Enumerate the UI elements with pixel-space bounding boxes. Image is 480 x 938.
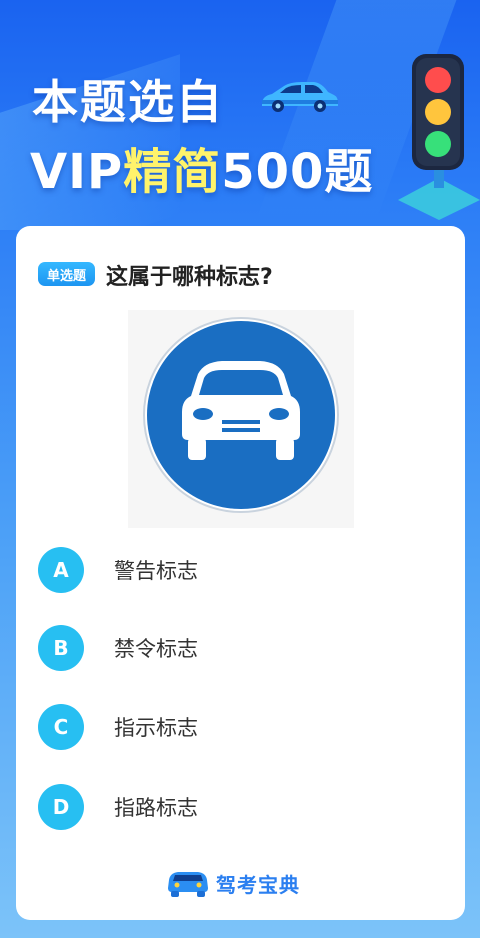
option-d-label: 指路标志 <box>114 796 198 820</box>
car-logo-icon <box>168 872 208 897</box>
option-c[interactable]: C 指示标志 <box>38 703 438 751</box>
brand-logo: 驾考宝典 <box>166 868 300 898</box>
option-d[interactable]: D 指路标志 <box>38 783 438 831</box>
header-banner: 本题选自 VIP精简500题 <box>0 0 480 230</box>
question-type-badge: 单选题 <box>38 262 95 286</box>
question-card: 单选题 这属于哪种标志? A 警告标志 B 禁令标志 C 指示标志 D 指路标志 <box>16 226 465 920</box>
header-title-count: 500题 <box>221 144 374 200</box>
option-a[interactable]: A 警告标志 <box>38 546 438 594</box>
option-c-letter: C <box>38 704 84 750</box>
option-a-label: 警告标志 <box>114 559 198 583</box>
option-a-letter: A <box>38 547 84 593</box>
question-image <box>128 310 354 528</box>
option-b[interactable]: B 禁令标志 <box>38 624 438 672</box>
header-title-vip: VIP <box>30 144 124 200</box>
traffic-light-icon <box>398 50 480 224</box>
header-title-line1: 本题选自 <box>32 75 224 129</box>
option-c-label: 指示标志 <box>114 716 198 740</box>
header-title-highlight: 精简 <box>123 144 222 200</box>
header-title-line2: VIP精简500题 <box>30 132 373 202</box>
brand-name: 驾考宝典 <box>216 872 300 897</box>
motor-vehicle-lane-sign-icon <box>143 317 339 513</box>
option-d-letter: D <box>38 784 84 830</box>
option-b-letter: B <box>38 625 84 671</box>
car-icon <box>258 78 340 118</box>
option-b-label: 禁令标志 <box>114 637 198 661</box>
question-text: 这属于哪种标志? <box>106 265 273 290</box>
